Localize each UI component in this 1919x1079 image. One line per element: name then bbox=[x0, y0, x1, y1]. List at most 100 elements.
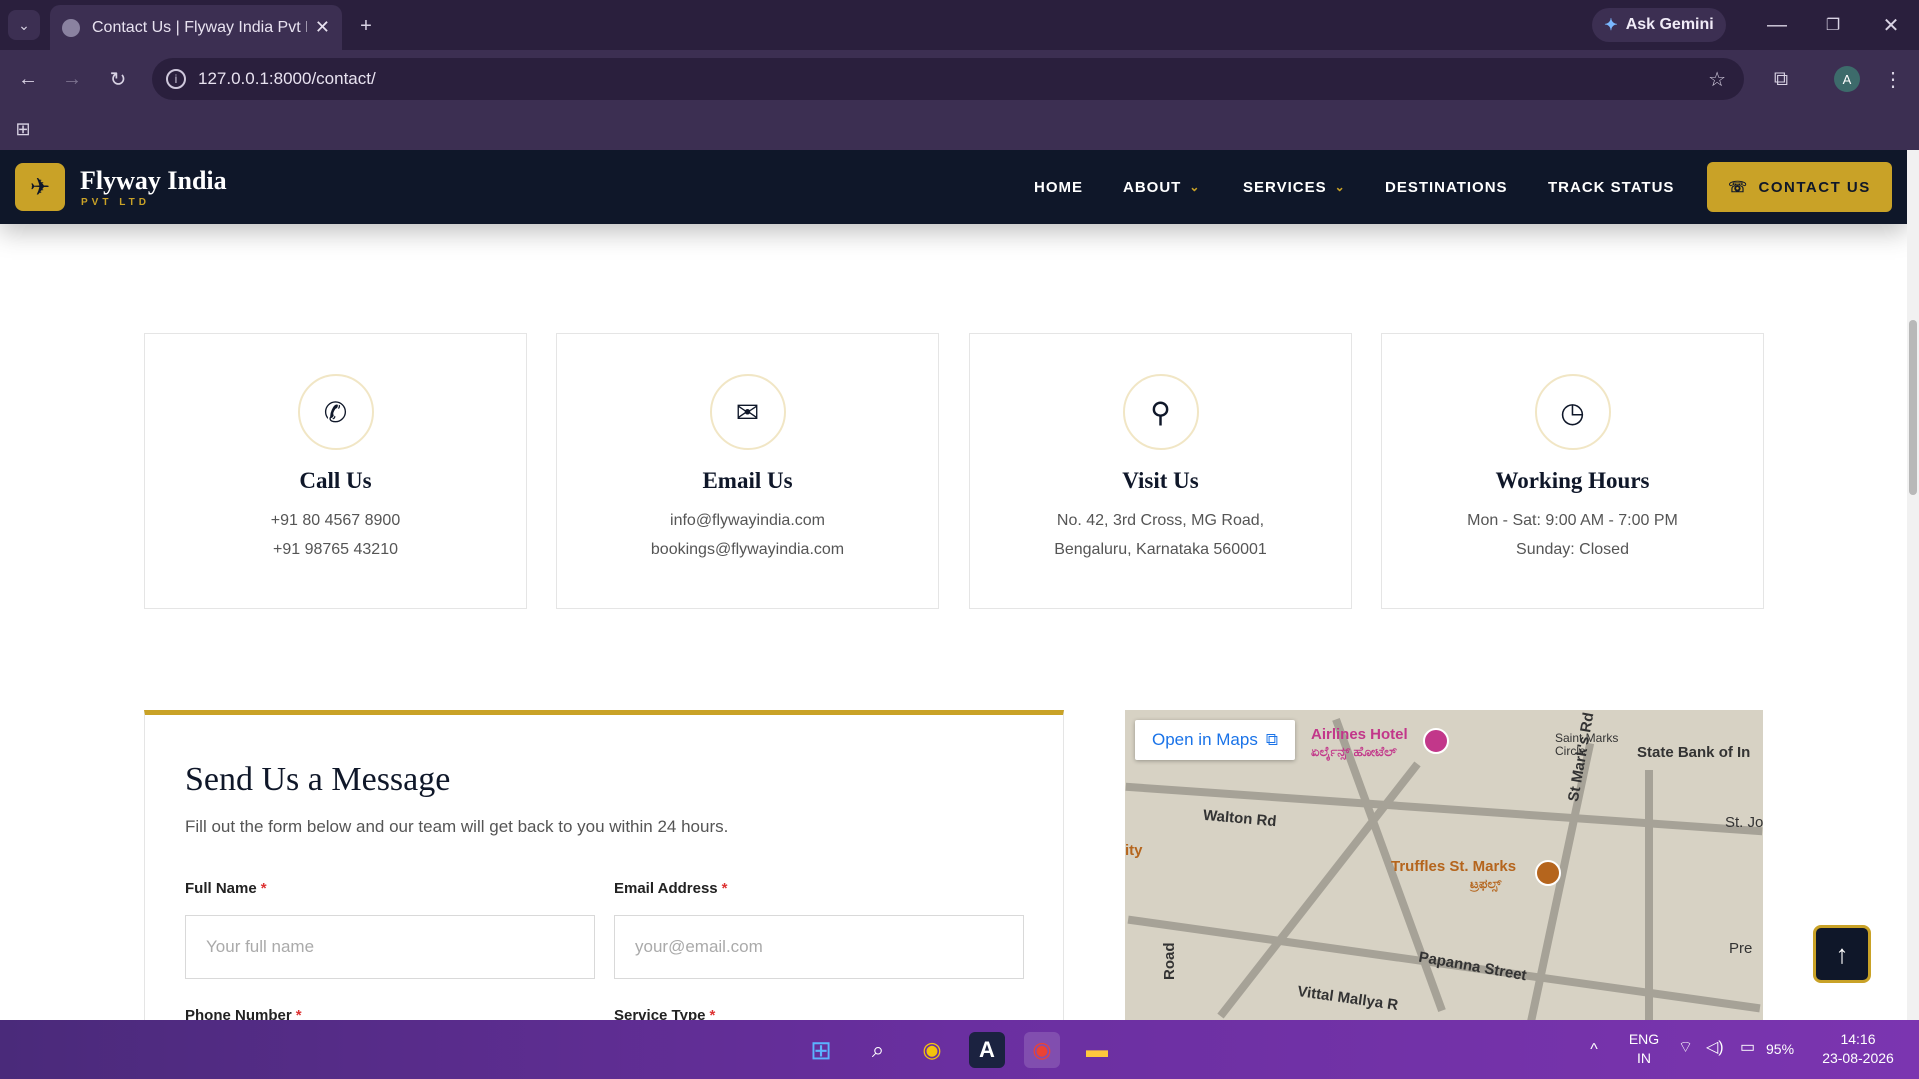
ask-gemini-label: Ask Gemini bbox=[1625, 16, 1714, 33]
open-in-maps-label: Open in Maps bbox=[1152, 730, 1258, 749]
required-mark: * bbox=[721, 880, 728, 897]
nav-item-home[interactable]: HOME bbox=[1034, 150, 1083, 224]
full-name-label: Full Name * bbox=[185, 880, 267, 897]
required-mark: * bbox=[260, 880, 267, 897]
address-line-2: Bengaluru, Karnataka 560001 bbox=[1054, 541, 1267, 558]
clock-icon: ◷ bbox=[1534, 374, 1611, 450]
time: 14:16 bbox=[1840, 1031, 1876, 1047]
ask-gemini-button[interactable]: ✦ Ask Gemini bbox=[1592, 8, 1726, 42]
contact-us-button[interactable]: ☏ CONTACT US bbox=[1707, 162, 1892, 212]
nav-item-track-status[interactable]: TRACK STATUS bbox=[1548, 150, 1674, 224]
plane-logo-icon[interactable]: ✈ bbox=[15, 163, 65, 211]
headset-icon: ☏ bbox=[1728, 179, 1749, 196]
scroll-to-top-button[interactable]: ↑ bbox=[1813, 925, 1871, 983]
nav-services-label: SERVICES bbox=[1243, 178, 1327, 196]
file-explorer-icon[interactable]: ▬ bbox=[1079, 1032, 1115, 1068]
embedded-map[interactable]: Airlines Hotel ಏರ್ಲೈನ್ಸ್ ಹೋಟೆಲ್ Walton R… bbox=[1125, 710, 1763, 1020]
service-label-text: Service Type bbox=[614, 1007, 706, 1020]
windows-start-icon[interactable]: ⊞ bbox=[803, 1032, 839, 1068]
browser-toolbar: ← → ↻ i 127.0.0.1:8000/contact/ ☆ ⧉ A ⋮ bbox=[0, 50, 1919, 108]
close-window-icon[interactable]: ✕ bbox=[1876, 10, 1906, 40]
phone-secondary[interactable]: +91 98765 43210 bbox=[273, 541, 398, 558]
brand-subtitle: PVT LTD bbox=[81, 197, 150, 208]
new-tab-icon[interactable]: + bbox=[352, 12, 380, 40]
map-pin-icon: ⚲ bbox=[1122, 374, 1199, 450]
email-input[interactable] bbox=[614, 915, 1024, 979]
required-mark: * bbox=[295, 1007, 302, 1020]
nav-destinations-label: DESTINATIONS bbox=[1385, 178, 1508, 196]
envelope-icon: ✉ bbox=[709, 374, 786, 450]
chevron-down-icon: ⌄ bbox=[1334, 180, 1346, 194]
reload-icon[interactable]: ↻ bbox=[102, 64, 134, 94]
card-title: Email Us bbox=[702, 468, 793, 493]
page-scrollbar[interactable] bbox=[1907, 150, 1919, 1020]
volume-icon[interactable]: ◁) bbox=[1706, 1038, 1724, 1057]
map-label: ity bbox=[1125, 842, 1143, 859]
map-label: ಏರ್ಲೈನ್ಸ್ ಹೋಟೆಲ್ bbox=[1311, 744, 1397, 759]
nav-item-destinations[interactable]: DESTINATIONS bbox=[1385, 150, 1508, 224]
card-title: Working Hours bbox=[1495, 468, 1650, 493]
tab-search-icon[interactable]: ⌄ bbox=[8, 10, 40, 40]
chrome-active-icon[interactable]: ◉ bbox=[1024, 1032, 1060, 1068]
close-tab-icon[interactable]: ✕ bbox=[315, 17, 330, 38]
restore-icon[interactable]: ❐ bbox=[1818, 10, 1848, 40]
open-in-maps-button[interactable]: Open in Maps ⧉ bbox=[1135, 720, 1295, 760]
search-icon[interactable]: ⌕ bbox=[860, 1032, 896, 1068]
lang-bottom: IN bbox=[1637, 1050, 1651, 1066]
bookmarks-bar: ⊞ bbox=[0, 108, 1919, 150]
form-subtitle: Fill out the form below and our team wil… bbox=[185, 817, 729, 836]
map-label: Walton Rd bbox=[1202, 806, 1278, 831]
battery-percent: 95% bbox=[1766, 1041, 1795, 1057]
map-label: Road bbox=[1161, 942, 1178, 981]
forward-icon[interactable]: → bbox=[56, 64, 88, 94]
globe-icon bbox=[62, 18, 80, 37]
brand-name[interactable]: Flyway India bbox=[80, 166, 227, 196]
wifi-icon[interactable]: ⌔ bbox=[1678, 1038, 1693, 1057]
service-type-label: Service Type * bbox=[614, 1007, 715, 1020]
address-bar[interactable]: i 127.0.0.1:8000/contact/ ☆ bbox=[152, 58, 1744, 100]
map-label: Truffles St. Marks bbox=[1391, 858, 1517, 875]
card-title: Call Us bbox=[299, 468, 372, 493]
browser-tab[interactable]: Contact Us | Flyway India Pvt Ltd ✕ bbox=[50, 5, 342, 50]
extensions-icon[interactable]: ⧉ bbox=[1765, 64, 1797, 94]
external-link-icon: ⧉ bbox=[1265, 730, 1278, 749]
chrome-icon[interactable]: ◉ bbox=[914, 1032, 950, 1068]
lang-top: ENG bbox=[1628, 1031, 1660, 1047]
browser-menu-icon[interactable]: ⋮ bbox=[1878, 64, 1908, 94]
phone-icon: ✆ bbox=[297, 374, 374, 450]
required-mark: * bbox=[709, 1007, 716, 1020]
profile-avatar[interactable]: A bbox=[1834, 66, 1860, 92]
map-road bbox=[1645, 770, 1653, 1020]
map-label: Airlines Hotel bbox=[1311, 726, 1408, 743]
tab-title: Contact Us | Flyway India Pvt Ltd bbox=[92, 18, 307, 36]
nav-track-label: TRACK STATUS bbox=[1548, 178, 1675, 196]
bookmark-star-icon[interactable]: ☆ bbox=[1708, 67, 1726, 92]
message-form: Send Us a Message Fill out the form belo… bbox=[144, 710, 1064, 1020]
apps-grid-icon[interactable]: ⊞ bbox=[10, 116, 36, 142]
hours-weekdays: Mon - Sat: 9:00 AM - 7:00 PM bbox=[1467, 512, 1678, 529]
full-name-input[interactable] bbox=[185, 915, 595, 979]
date: 23-08-2026 bbox=[1822, 1050, 1894, 1066]
nav-item-about[interactable]: ABOUT ⌄ bbox=[1123, 150, 1200, 224]
email-label-text: Email Address bbox=[614, 880, 718, 897]
full-name-label-text: Full Name bbox=[185, 880, 257, 897]
chevron-down-icon: ⌄ bbox=[1189, 180, 1201, 194]
language-indicator[interactable]: ENG IN bbox=[1626, 1030, 1662, 1068]
scrollbar-thumb[interactable] bbox=[1909, 320, 1917, 495]
email-bookings[interactable]: bookings@flywayindia.com bbox=[651, 541, 844, 558]
chevron-up-icon[interactable]: ^ bbox=[1576, 1032, 1612, 1068]
minimize-icon[interactable]: — bbox=[1762, 10, 1792, 40]
browser-tabstrip: ⌄ Contact Us | Flyway India Pvt Ltd ✕ + … bbox=[0, 0, 1919, 50]
back-icon[interactable]: ← bbox=[12, 64, 44, 94]
phone-primary[interactable]: +91 80 4567 8900 bbox=[271, 512, 400, 529]
clock[interactable]: 14:16 23-08-2026 bbox=[1812, 1030, 1904, 1068]
nav-item-services[interactable]: SERVICES ⌄ bbox=[1243, 150, 1346, 224]
site-info-icon[interactable]: i bbox=[166, 69, 186, 89]
email-info[interactable]: info@flywayindia.com bbox=[670, 512, 825, 529]
card-title: Visit Us bbox=[1122, 468, 1199, 493]
app-a-icon[interactable]: A bbox=[969, 1032, 1005, 1068]
nav-about-label: ABOUT bbox=[1123, 178, 1182, 196]
phone-label-text: Phone Number bbox=[185, 1007, 292, 1020]
battery-icon[interactable]: ▭ bbox=[1740, 1038, 1755, 1057]
map-label: Pre bbox=[1729, 940, 1753, 957]
